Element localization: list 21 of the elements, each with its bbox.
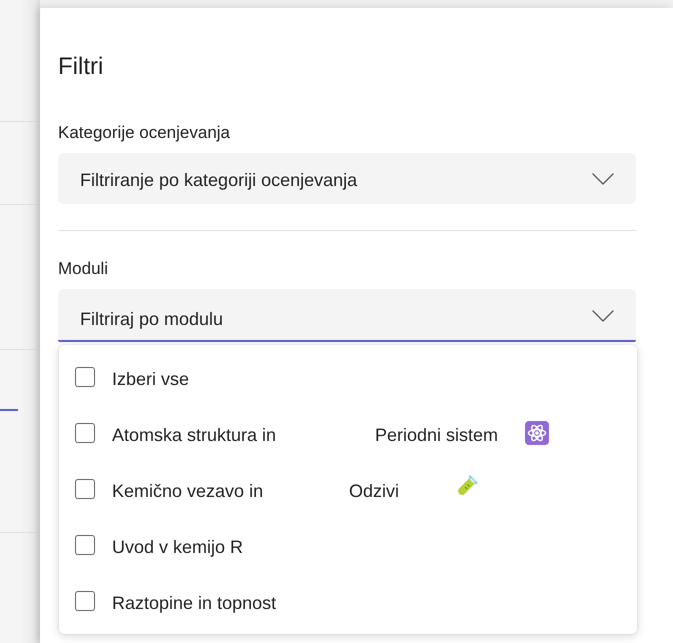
test-tube-icon	[457, 474, 479, 496]
option-label[interactable]: Atomska struktura in	[112, 420, 375, 446]
option-label[interactable]: Izberi vse	[112, 364, 190, 390]
chevron-down-icon	[592, 172, 614, 184]
dropdown[interactable]: Filtriranje po kategoriji ocenjevanja	[58, 153, 636, 204]
checkbox[interactable]	[75, 423, 95, 443]
chevron-down-icon	[592, 310, 614, 322]
checkbox[interactable]	[75, 535, 95, 555]
atom-icon	[525, 421, 549, 445]
panel-title: Filtri	[58, 52, 104, 82]
option-label[interactable]: Kemično vezavo in	[112, 476, 349, 502]
field-label: Kategorije ocenjevanja	[58, 122, 232, 144]
checkbox[interactable]	[75, 479, 95, 499]
option-label[interactable]: Odzivi	[349, 476, 457, 502]
option-label[interactable]: Uvod v kemijo R	[112, 532, 244, 558]
dropdown[interactable]: Filtriraj po modulu	[58, 289, 636, 342]
checkbox[interactable]	[75, 591, 95, 611]
checkbox[interactable]	[75, 367, 95, 387]
field-label: Moduli	[58, 258, 110, 280]
option-label[interactable]: Raztopine in topnost	[112, 588, 276, 614]
option-label[interactable]: Periodni sistem	[375, 420, 525, 446]
